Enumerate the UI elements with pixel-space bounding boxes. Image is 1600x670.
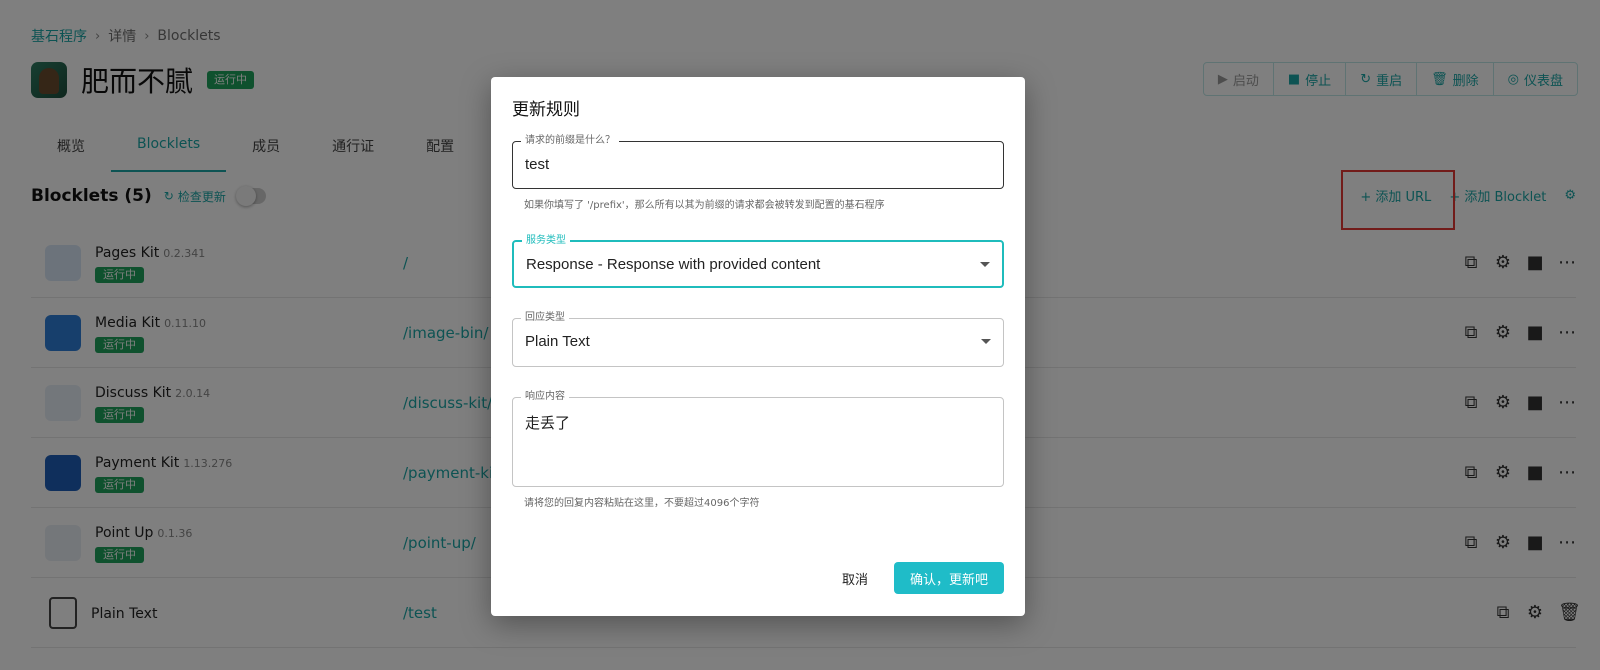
service-type-select[interactable]: 服务类型 Response - Response with provided c… [512,234,1004,288]
response-content-textarea[interactable]: 走丢了 [525,412,570,433]
response-type-select[interactable]: 回应类型 Plain Text [512,311,1004,367]
response-type-label: 回应类型 [521,311,569,325]
service-type-value: Response - Response with provided conten… [526,256,821,273]
prefix-input[interactable]: test [525,156,549,173]
prefix-label: 请求的前缀是什么？ [521,134,619,148]
prefix-helper-text: 如果你填写了 '/prefix'，那么所有以其为前缀的请求都会被转发到配置的基石… [524,200,885,211]
confirm-button[interactable]: 确认，更新吧 [893,562,1004,594]
service-type-label: 服务类型 [522,234,570,248]
chevron-down-icon [980,262,990,267]
dialog-title: 更新规则 [512,100,580,120]
dialog-actions: 取消 确认，更新吧 [830,562,1004,594]
response-content-helper-text: 请将您的回复内容粘贴在这里，不要超过4096个字符 [524,498,760,509]
response-content-field[interactable]: 响应内容 走丢了 [512,390,1004,487]
response-type-value: Plain Text [525,333,590,350]
update-rule-dialog: 更新规则 请求的前缀是什么？ test 如果你填写了 '/prefix'，那么所… [491,77,1025,616]
prefix-field[interactable]: 请求的前缀是什么？ test [512,134,1004,189]
response-content-label: 响应内容 [521,390,569,404]
chevron-down-icon [981,339,991,344]
cancel-button[interactable]: 取消 [830,563,880,594]
